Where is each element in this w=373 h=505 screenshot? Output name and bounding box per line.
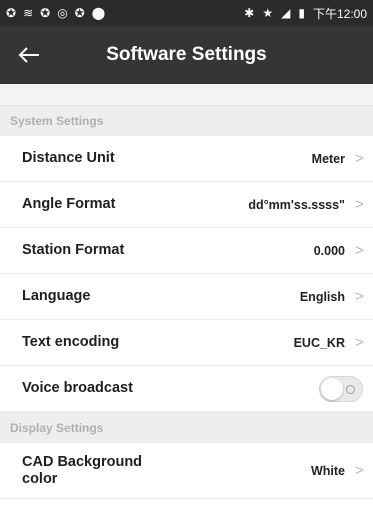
setting-value: English <box>299 289 345 304</box>
setting-value: 0.000 <box>313 243 345 258</box>
status-right-icons: ✱ ★ ◢ ▮ 下午12:00 <box>244 5 367 22</box>
sync-icon: ✪ <box>40 6 51 20</box>
sync-icon: ✪ <box>6 6 17 20</box>
page-title: Software Settings <box>106 44 267 65</box>
setting-angle-format[interactable]: Angle Format dd°mm'ss.ssss" > <box>0 182 373 228</box>
sync-icon: ✪ <box>74 6 85 20</box>
setting-distance-unit[interactable]: Distance Unit Meter > <box>0 136 373 182</box>
section-header-display: Display Settings <box>0 412 373 443</box>
status-left-icons: ✪ ≋ ✪ ◎ ✪ ⬤ <box>6 7 105 19</box>
chevron-right-icon: > <box>355 462 364 479</box>
setting-value: EUC_KR <box>293 335 345 350</box>
setting-label-line2: color <box>22 470 58 487</box>
setting-label: Text encoding <box>22 334 120 350</box>
chevron-right-icon: > <box>355 196 364 213</box>
chevron-right-icon: > <box>355 150 364 167</box>
setting-label: Language <box>22 288 91 304</box>
chevron-right-icon: > <box>355 288 364 305</box>
setting-cad-background[interactable]: CAD Background color White > <box>0 443 373 499</box>
arrow-left-icon[interactable] <box>14 40 44 70</box>
setting-label: CAD Background color <box>22 454 142 488</box>
setting-language[interactable]: Language English > <box>0 274 373 320</box>
app-bar: Software Settings <box>0 26 373 84</box>
setting-label: Angle Format <box>22 196 116 212</box>
setting-label: Voice broadcast <box>22 380 133 396</box>
setting-voice-broadcast: Voice broadcast <box>0 366 373 412</box>
star-icon: ★ <box>262 6 274 20</box>
alarm-icon: ◎ <box>57 6 68 20</box>
setting-station-format[interactable]: Station Format 0.000 > <box>0 228 373 274</box>
setting-value: Meter <box>311 151 345 166</box>
setting-label-line1: CAD Background <box>22 453 143 470</box>
section-header-system: System Settings <box>0 105 373 136</box>
setting-label: Station Format <box>22 242 125 258</box>
battery-icon: ▮ <box>298 6 305 20</box>
chevron-right-icon: > <box>355 334 364 351</box>
bluetooth-icon: ✱ <box>244 6 255 20</box>
settings-list: System Settings Distance Unit Meter > An… <box>0 84 373 505</box>
status-time: 下午12:00 <box>312 6 367 21</box>
setting-value: White <box>310 463 345 478</box>
voice-broadcast-toggle[interactable] <box>319 375 363 402</box>
toggle-knob <box>321 377 343 400</box>
signal-icon: ◢ <box>281 6 291 20</box>
toggle-off-icon <box>346 384 355 394</box>
wifi-icon: ≋ <box>23 6 34 20</box>
location-icon: ⬤ <box>91 6 106 20</box>
top-spacer <box>0 84 373 105</box>
setting-text-encoding[interactable]: Text encoding EUC_KR > <box>0 320 373 366</box>
status-bar: ✪ ≋ ✪ ◎ ✪ ⬤ ✱ ★ ◢ ▮ 下午12:00 <box>0 0 373 26</box>
setting-label: Distance Unit <box>22 150 115 166</box>
setting-value: dd°mm'ss.ssss" <box>248 197 345 212</box>
chevron-right-icon: > <box>355 242 364 259</box>
